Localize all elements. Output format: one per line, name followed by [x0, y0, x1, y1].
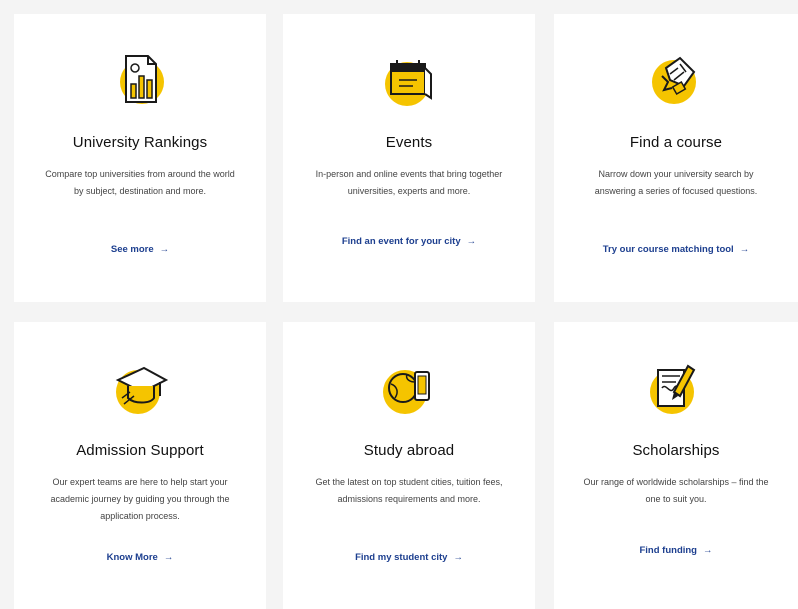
card-description: Our range of worldwide scholarships – fi… [583, 477, 769, 504]
card-title: Events [385, 134, 433, 151]
find-student-city-link[interactable]: Find my student city → [283, 552, 535, 563]
arrow-right-icon: → [163, 552, 174, 563]
feature-card-grid: University Rankings Compare top universi… [0, 0, 798, 609]
card-events: Events In-person and online events that … [283, 14, 535, 302]
card-title: Scholarships [632, 442, 720, 459]
card-description: Compare top universities from around the… [45, 169, 235, 196]
card-admission-support: Admission Support Our expert teams are h… [14, 322, 266, 609]
card-description: Get the latest on top student cities, tu… [315, 477, 503, 504]
find-event-link[interactable]: Find an event for your city → [283, 236, 535, 247]
link-label: See more [110, 244, 154, 255]
puzzle-icon [644, 46, 708, 110]
course-matching-link[interactable]: Try our course matching tool → [554, 244, 798, 255]
see-more-link[interactable]: See more → [14, 244, 266, 255]
arrow-right-icon: → [453, 552, 463, 563]
link-label: Find my student city [355, 552, 448, 563]
graduation-cap-icon [108, 354, 172, 418]
arrow-right-icon: → [159, 244, 170, 255]
card-study-abroad: Study abroad Get the latest on top stude… [283, 322, 535, 609]
card-title: Admission Support [76, 442, 204, 459]
card-description: In-person and online events that bring t… [315, 169, 503, 196]
arrow-right-icon: → [739, 244, 750, 255]
calendar-icon [377, 46, 441, 110]
card-title: Find a course [629, 134, 723, 151]
card-find-a-course: Find a course Narrow down your universit… [554, 14, 798, 302]
card-description: Narrow down your university search by an… [594, 169, 758, 196]
scholarship-pen-icon [644, 354, 708, 418]
find-funding-link[interactable]: Find funding → [554, 545, 798, 556]
arrow-right-icon: → [466, 236, 477, 247]
link-label: Know More [106, 552, 158, 563]
card-university-rankings: University Rankings Compare top universi… [14, 14, 266, 302]
globe-phone-icon [377, 354, 441, 418]
know-more-link[interactable]: Know More → [14, 552, 266, 563]
card-scholarships: Scholarships Our range of worldwide scho… [554, 322, 798, 609]
link-label: Find funding [639, 545, 697, 556]
card-title: University Rankings [72, 134, 208, 151]
card-title: Study abroad [363, 442, 455, 459]
card-description: Our expert teams are here to help start … [50, 477, 230, 521]
arrow-right-icon: → [703, 545, 713, 556]
rankings-document-icon [108, 46, 172, 110]
link-label: Find an event for your city [341, 236, 461, 247]
link-label: Try our course matching tool [602, 244, 734, 255]
